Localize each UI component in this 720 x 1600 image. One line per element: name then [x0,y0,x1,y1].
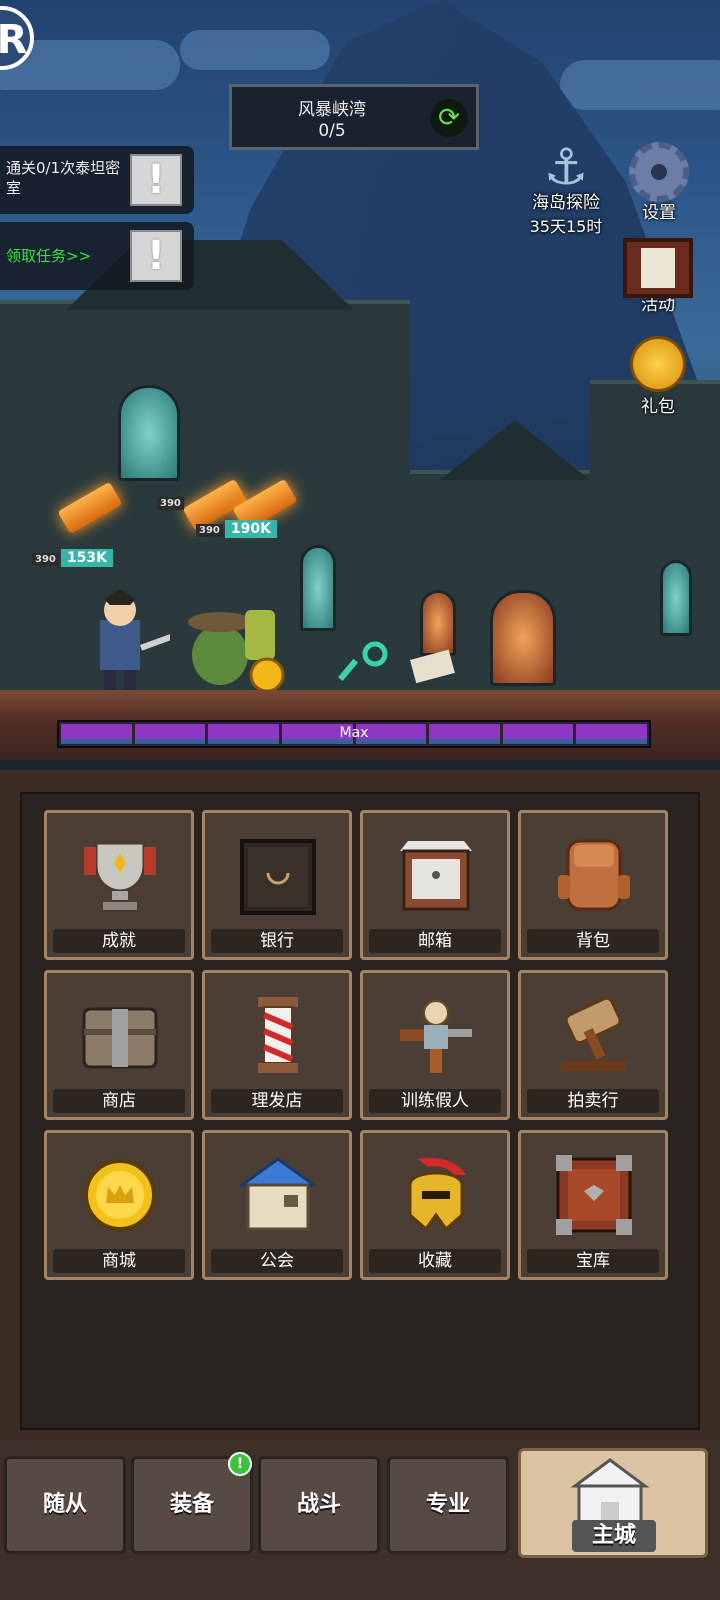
trophy-icon [84,841,156,912]
events-button[interactable]: 活动 [620,238,696,315]
main-city-label: 主城 [572,1520,656,1552]
tile-barber[interactable]: 理发店 [202,970,352,1120]
tile-label: 商店 [53,1089,185,1113]
key-and-book [338,641,455,684]
progress-label: Max [339,725,369,741]
gift-label: 礼包 [641,397,675,417]
island-label: 海岛探险 [532,193,600,213]
tile-label: 银行 [211,929,343,953]
gear-icon [629,142,689,202]
tower-building [590,380,720,694]
tile-label: 训练假人 [369,1089,501,1113]
damage-tag: 390 [157,494,186,510]
tile-label: 理发店 [211,1089,343,1113]
island-timer: 35天15时 [529,217,603,236]
nav-battle[interactable]: 战斗 [258,1456,380,1554]
location-panel: 风暴峡湾 0/5 ⟳ [229,84,479,150]
knight-hero [100,589,170,690]
helmet-coin-icon [630,336,686,392]
backpack-icon [558,839,630,911]
island-adventure-button[interactable]: ⚓ 海岛探险 35天15时 [520,136,612,237]
damage-tag: 390 190K [196,520,277,538]
mailbox-icon [400,841,472,911]
treasury-box-icon [556,1155,632,1235]
tile-treasury[interactable]: 宝库 [518,1130,668,1280]
notice-board-icon [623,238,693,298]
location-progress: 0/5 [318,121,346,141]
tile-label: 收藏 [369,1249,501,1273]
tile-label: 成就 [53,929,185,953]
tile-training-dummy[interactable]: 训练假人 [360,970,510,1120]
exclamation-icon: ! [130,230,182,282]
tile-label: 背包 [527,929,659,953]
quest-text: 领取任务>> [6,247,92,265]
barber-pole-icon [258,997,298,1073]
tile-bank[interactable]: 银行 [202,810,352,960]
tile-collection[interactable]: 收藏 [360,1130,510,1280]
settings-button[interactable]: 设置 [624,142,694,223]
tile-label: 商城 [53,1249,185,1273]
tile-label: 宝库 [527,1249,659,1273]
window [300,545,336,631]
tile-shop[interactable]: 商店 [44,970,194,1120]
doorway [490,590,556,686]
damage-value: 190K [224,520,277,538]
damage-tag: 390 153K [32,549,113,567]
exclamation-icon: ! [130,154,182,206]
tile-mailbox[interactable]: 邮箱 [360,810,510,960]
tile-auction-house[interactable]: 拍卖行 [518,970,668,1120]
gift-pack-button[interactable]: 礼包 [626,336,690,417]
cloud [180,30,330,70]
damage-level: 390 [196,524,223,537]
tile-label: 拍卖行 [527,1089,659,1113]
nav-profession[interactable]: 专业 [387,1456,509,1554]
tile-label: 邮箱 [369,929,501,953]
window [118,385,180,481]
wave-progress-bar: Max [57,720,651,748]
damage-level: 390 [32,553,59,566]
tile-achievements[interactable]: 成就 [44,810,194,960]
notification-badge: ! [228,1452,252,1476]
tile-backpack[interactable]: 背包 [518,810,668,960]
crown-coin-icon [84,1159,156,1231]
city-building-grid: 成就 银行 邮箱 背包 商店 理发店 训练假人 拍卖行 商城 公会 收藏 宝库 [44,810,676,1280]
chest-icon [82,1007,158,1069]
vault-icon [240,839,316,915]
window [660,560,692,636]
nav-followers[interactable]: 随从 [4,1456,126,1554]
quest-item[interactable]: 通关0/1次泰坦密室 ! [0,146,194,214]
damage-value: 153K [60,549,113,567]
cloud [560,60,720,110]
training-dummy-icon [400,1000,472,1073]
tile-guild[interactable]: 公会 [202,1130,352,1280]
quest-text: 通关0/1次泰坦密室 [6,159,121,197]
damage-level: 390 [157,497,184,510]
accept-quest-item[interactable]: 领取任务>> ! [0,222,194,290]
location-name: 风暴峡湾 [298,100,366,120]
goblin-hero [188,610,285,693]
gavel-icon [562,996,626,1071]
tile-label: 公会 [211,1249,343,1273]
refresh-icon[interactable]: ⟳ [430,99,468,137]
guild-house-icon [240,1157,316,1231]
tile-mall[interactable]: 商城 [44,1130,194,1280]
spartan-helmet-icon [408,1157,466,1232]
